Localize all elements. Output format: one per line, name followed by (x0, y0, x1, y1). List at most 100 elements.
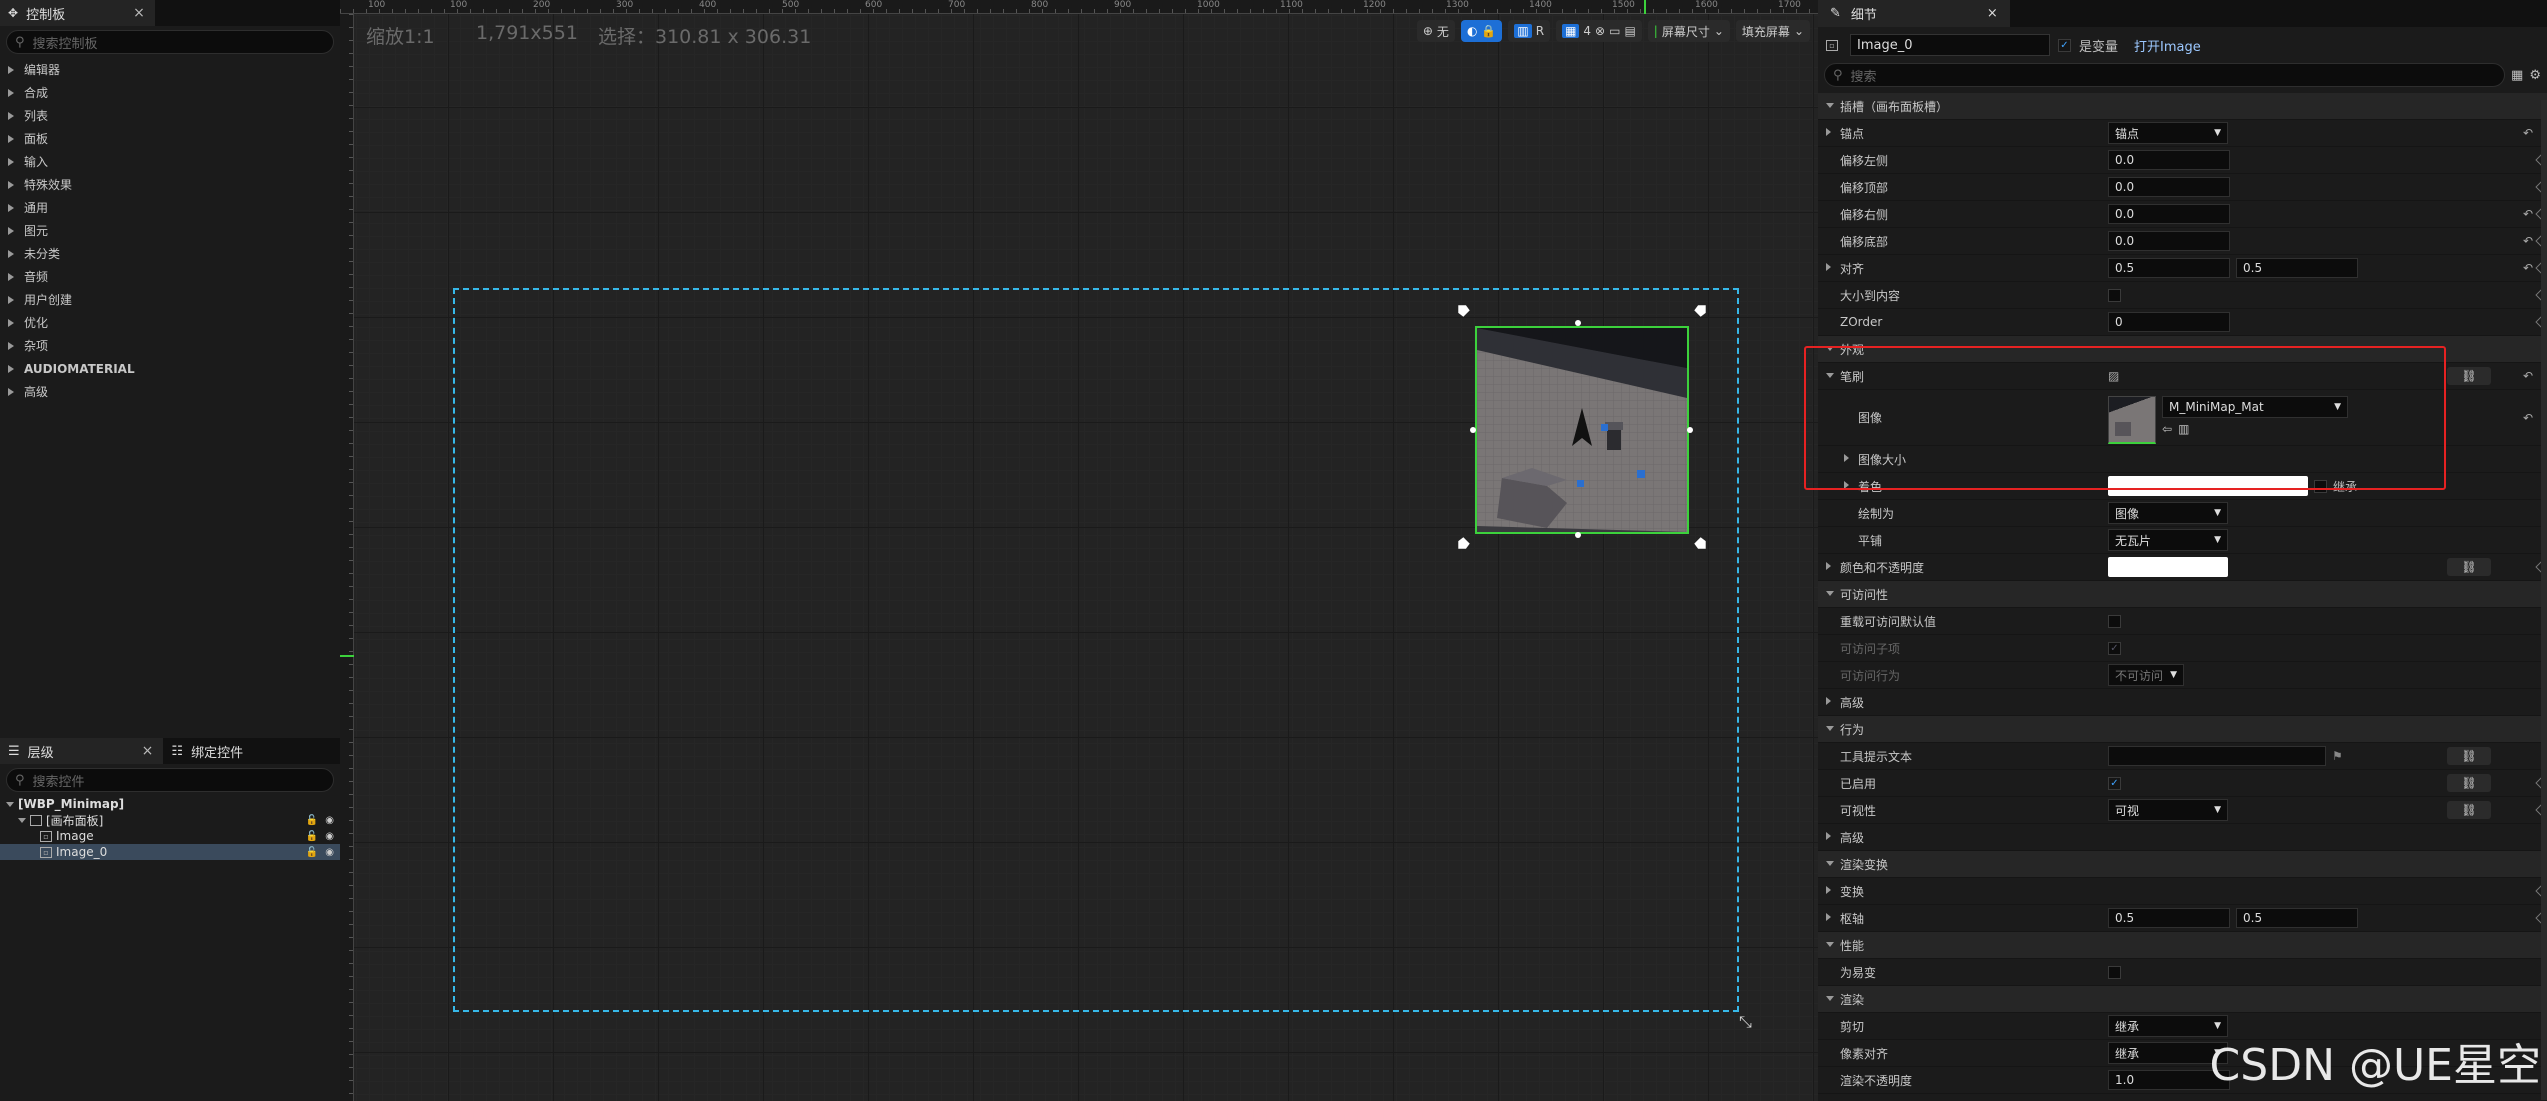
reset-icon[interactable]: ↶ (2523, 261, 2533, 275)
palette-category[interactable]: 输入 (0, 150, 340, 173)
palette-tab[interactable]: ✥ 控制板 × (0, 0, 155, 26)
align-x-field[interactable]: 0.5 (2108, 258, 2230, 278)
size-to-content-checkbox[interactable] (2108, 288, 2121, 302)
lock-toggle[interactable]: ◐ 🔒 (1460, 20, 1503, 42)
scrollbar[interactable] (2541, 100, 2547, 1100)
offset-bottom-field[interactable]: 0.0 (2108, 231, 2230, 251)
collapse-arrow-icon[interactable] (1826, 860, 1834, 866)
resize-handle-icon[interactable]: ⤡ (1739, 1012, 1752, 1032)
tiling-dropdown[interactable]: 无瓦片 ▼ (2108, 529, 2228, 551)
offset-left-field[interactable]: 0.0 (2108, 150, 2230, 170)
bind-button[interactable]: ⛓ (2447, 558, 2491, 576)
anchor-corner-icon[interactable] (1689, 304, 1711, 318)
collapse-arrow-icon[interactable] (1826, 102, 1834, 108)
designer-viewport[interactable]: 100 100 200 300 400 500 600 700 800 900 1000 1100 12… (340, 0, 1818, 1101)
override-access-checkbox[interactable] (2108, 614, 2121, 628)
is-variable-checkbox[interactable]: ✓ (2058, 38, 2071, 52)
minimap-image-widget[interactable] (1475, 326, 1689, 534)
collapse-arrow-icon[interactable] (1826, 725, 1834, 731)
anchor-corner-icon[interactable] (1453, 536, 1475, 550)
expand-arrow-icon[interactable] (1826, 561, 1831, 570)
grid-snap-button[interactable]: ▦ 4 ⊗ ▭ ▤ (1556, 20, 1642, 42)
accessibility-section[interactable]: 可访问性 (1818, 581, 2547, 608)
lock-icon[interactable]: 🔓 (306, 815, 318, 826)
palette-category[interactable]: 通用 (0, 196, 340, 219)
reset-icon[interactable]: ↶ (2523, 126, 2533, 140)
close-icon[interactable]: × (142, 743, 154, 759)
expand-arrow-icon[interactable] (1826, 831, 1831, 840)
offset-top-field[interactable]: 0.0 (2108, 177, 2230, 197)
eye-icon[interactable]: ◉ (325, 831, 334, 842)
performance-section[interactable]: 性能 (1818, 932, 2547, 959)
resize-handle[interactable] (1575, 532, 1581, 538)
details-tab[interactable]: ✎ 细节 × (1818, 0, 2010, 27)
palette-category[interactable]: 图元 (0, 219, 340, 242)
tooltip-field[interactable] (2108, 746, 2326, 766)
collapse-arrow-icon[interactable] (1826, 995, 1834, 1001)
hierarchy-tab[interactable]: ☰ 层级 × (0, 738, 164, 764)
eye-icon[interactable]: ◉ (325, 815, 334, 826)
resize-handle[interactable] (1687, 427, 1693, 433)
expand-arrow-icon[interactable] (1826, 262, 1831, 271)
tree-canvas[interactable]: [画布面板] 🔓 ◉ (0, 812, 340, 828)
anchor-corner-icon[interactable] (1453, 304, 1475, 318)
close-icon[interactable]: × (1987, 6, 1998, 21)
bind-button[interactable]: ⛓ (2447, 367, 2491, 385)
offset-right-field[interactable]: 0.0 (2108, 204, 2230, 224)
zorder-field[interactable]: 0 (2108, 312, 2230, 332)
bind-button[interactable]: ⛓ (2447, 747, 2491, 765)
volatile-checkbox[interactable] (2108, 965, 2121, 979)
resize-handle[interactable] (1470, 427, 1476, 433)
expand-arrow-icon[interactable] (1826, 696, 1831, 705)
anchor-corner-icon[interactable] (1689, 536, 1711, 550)
expand-arrow-icon[interactable] (1826, 127, 1831, 136)
behavior-section[interactable]: 行为 (1818, 716, 2547, 743)
close-icon[interactable]: × (133, 5, 145, 21)
palette-category[interactable]: 合成 (0, 81, 340, 104)
grid-view-icon[interactable]: ▦ (2511, 68, 2523, 83)
details-search[interactable]: ⚲ 搜索 (1824, 63, 2506, 87)
tree-root[interactable]: [WBP_Minimap] (0, 796, 340, 812)
respect-locks-button[interactable]: ▥ R (1508, 20, 1551, 42)
widget-name-field[interactable]: Image_0 (1850, 34, 2050, 56)
collapse-arrow-icon[interactable] (1826, 941, 1834, 947)
color-opacity-swatch[interactable] (2108, 557, 2228, 577)
language-button[interactable]: ⊕ 无 (1416, 20, 1455, 42)
reset-icon[interactable]: ↶ (2523, 207, 2533, 221)
open-image-link[interactable]: 打开Image (2134, 36, 2201, 55)
palette-category[interactable]: 编辑器 (0, 58, 340, 81)
palette-category[interactable]: 列表 (0, 104, 340, 127)
palette-category[interactable]: 优化 (0, 311, 340, 334)
collapse-arrow-icon[interactable] (1826, 590, 1834, 596)
eye-icon[interactable]: ◉ (325, 847, 334, 858)
screen-size-dropdown[interactable]: | 屏幕尺寸 ⌄ (1647, 20, 1730, 42)
palette-category[interactable]: 杂项 (0, 334, 340, 357)
flag-icon[interactable]: ⚑ (2332, 749, 2343, 763)
render-transform-section[interactable]: 渲染变换 (1818, 851, 2547, 878)
palette-category[interactable]: 用户创建 (0, 288, 340, 311)
lock-icon[interactable]: 🔓 (306, 831, 318, 842)
palette-search[interactable]: ⚲ 搜索控制板 (6, 30, 334, 54)
palette-category[interactable]: 未分类 (0, 242, 340, 265)
reset-icon[interactable]: ↶ (2523, 369, 2533, 383)
expand-arrow-icon[interactable] (1826, 885, 1831, 894)
align-y-field[interactable]: 0.5 (2236, 258, 2358, 278)
pivot-y-field[interactable]: 0.5 (2236, 908, 2358, 928)
reset-icon[interactable]: ↶ (2523, 411, 2533, 425)
pivot-x-field[interactable]: 0.5 (2108, 908, 2230, 928)
bind-widgets-tab[interactable]: ☷ 绑定控件 (163, 738, 254, 764)
enabled-checkbox[interactable]: ✓ (2108, 776, 2121, 790)
visibility-dropdown[interactable]: 可视 ▼ (2108, 799, 2228, 821)
tree-item[interactable]: ▫ Image 🔓 ◉ (0, 828, 340, 844)
settings-icon[interactable]: ⚙ (2529, 68, 2541, 83)
palette-category[interactable]: 特殊效果 (0, 173, 340, 196)
rendering-section[interactable]: 渲染 (1818, 986, 2547, 1013)
fill-screen-dropdown[interactable]: 填充屏幕 ⌄ (1735, 20, 1810, 42)
reset-icon[interactable]: ↶ (2523, 234, 2533, 248)
bind-button[interactable]: ⛓ (2447, 801, 2491, 819)
hierarchy-search[interactable]: ⚲ 搜索控件 (6, 768, 334, 792)
bind-button[interactable]: ⛓ (2447, 774, 2491, 792)
expand-arrow-icon[interactable] (1826, 912, 1831, 921)
draw-as-dropdown[interactable]: 图像 ▼ (2108, 502, 2228, 524)
slot-section[interactable]: 插槽（画布面板槽） (1818, 93, 2547, 120)
